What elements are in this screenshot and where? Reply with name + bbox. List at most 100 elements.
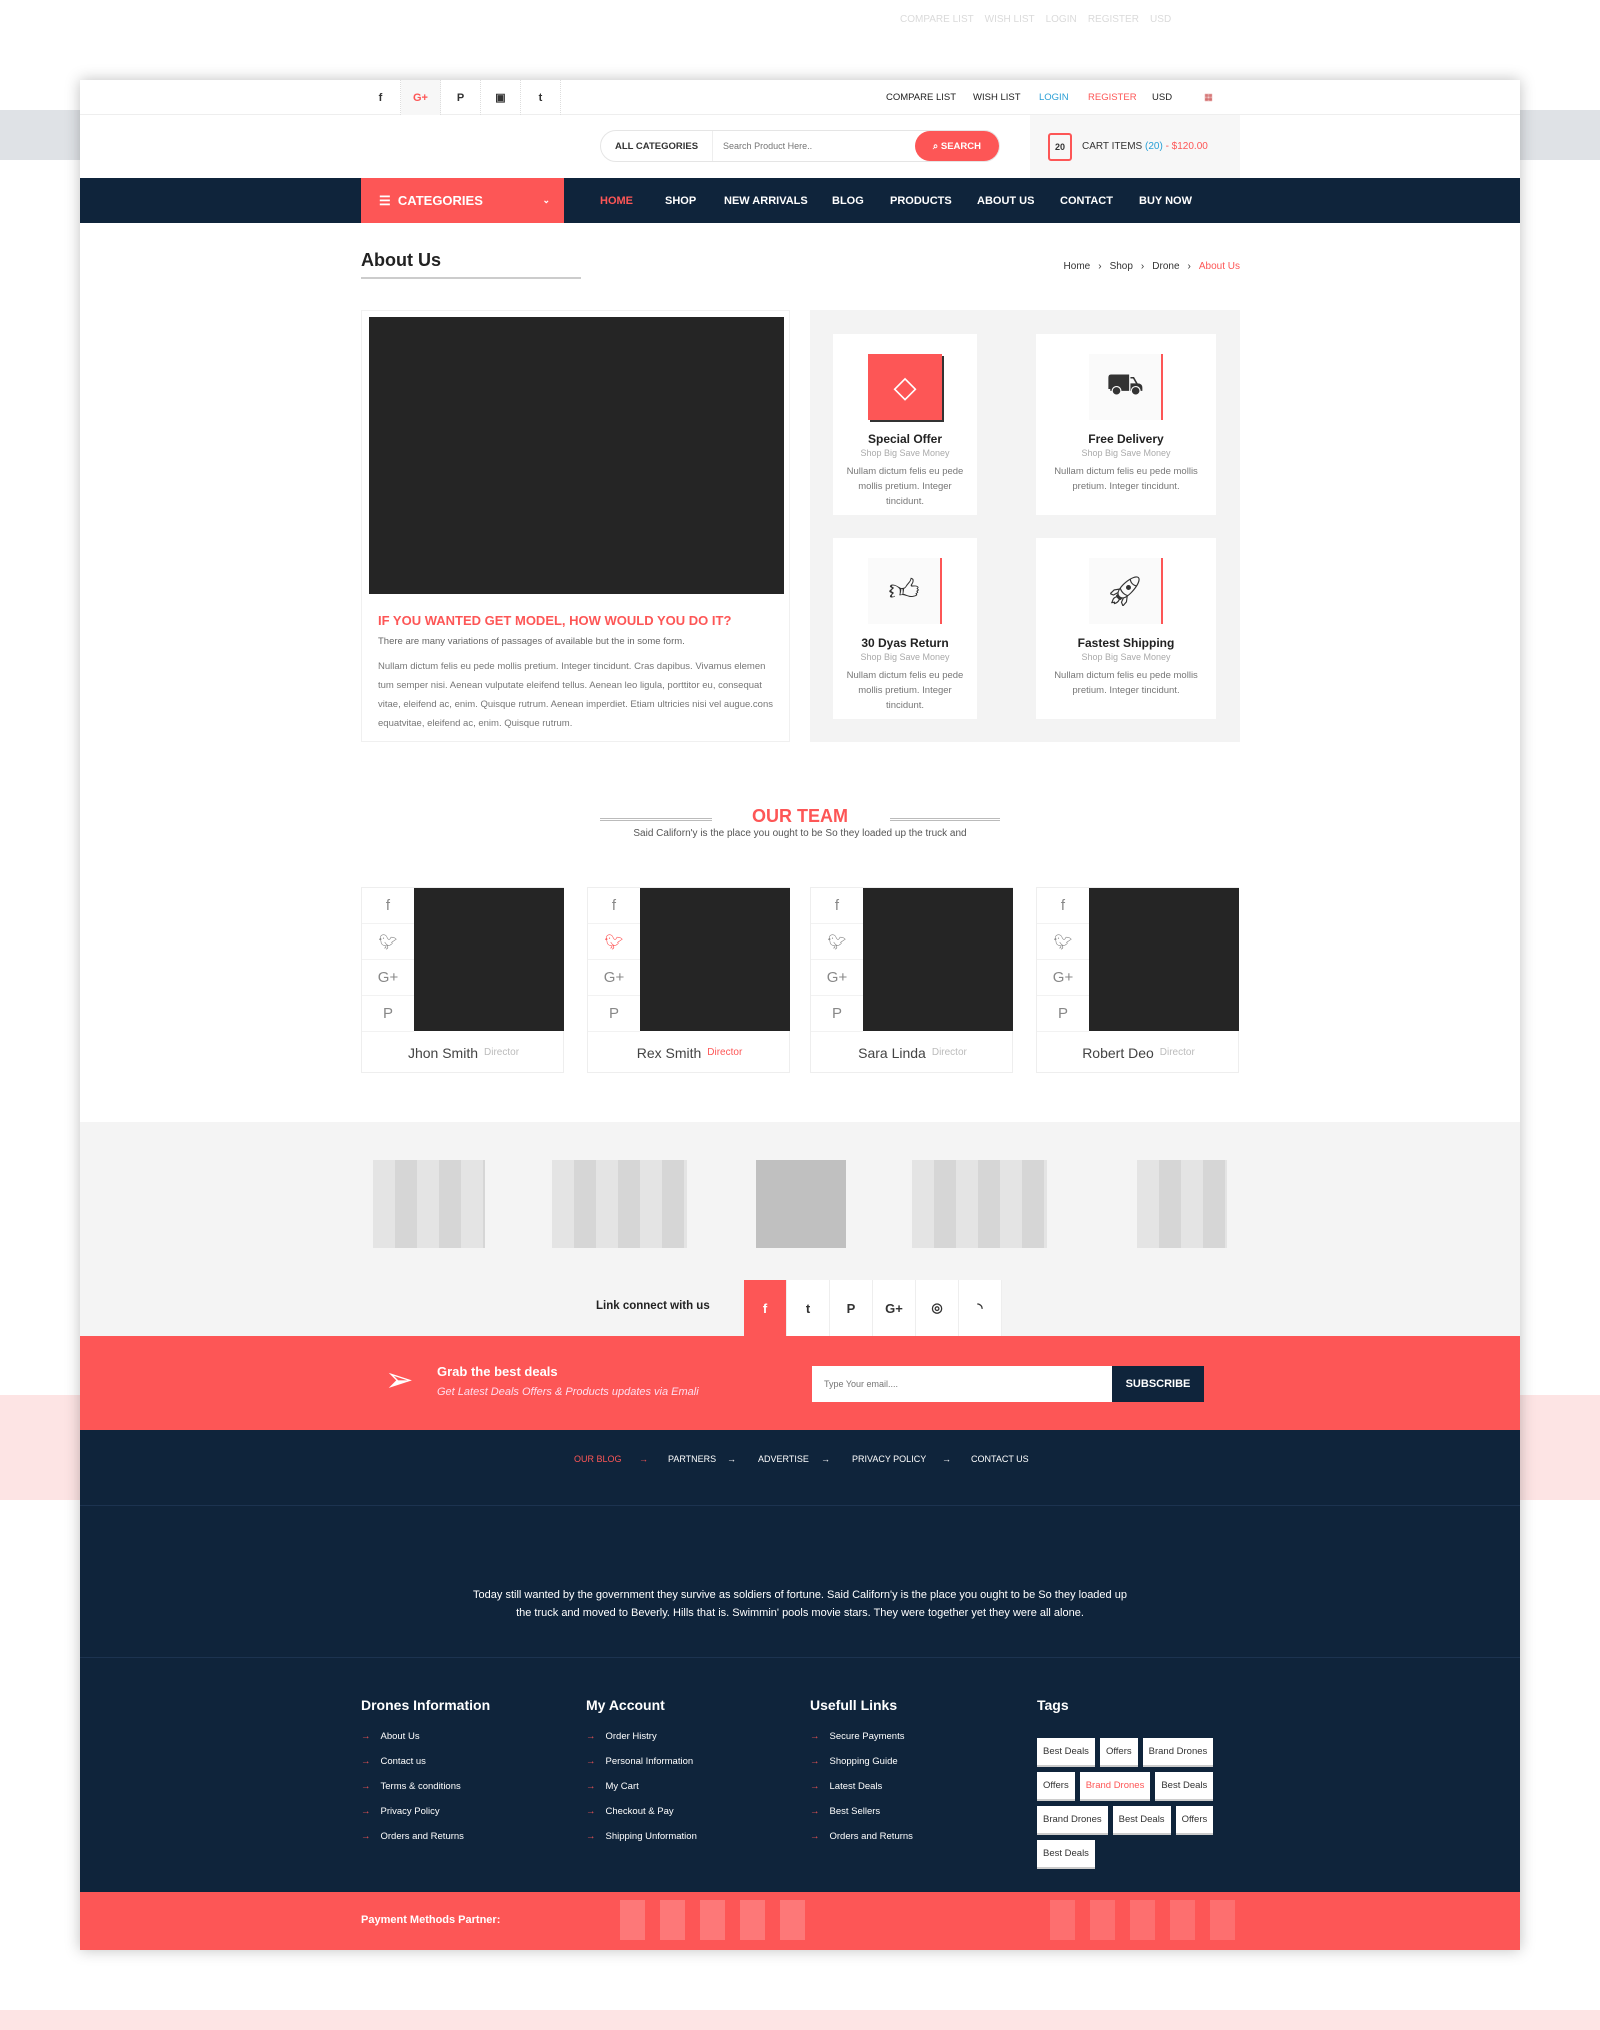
- feature-subtitle: Shop Big Save Money: [860, 448, 950, 458]
- tag[interactable]: Best Deals: [1155, 1772, 1214, 1801]
- footer-column-link[interactable]: → Latest Deals: [810, 1781, 913, 1792]
- social-icon[interactable]: ▣: [481, 80, 521, 115]
- pinterest-icon[interactable]: P: [362, 996, 414, 1032]
- footer-column-link[interactable]: → Secure Payments: [810, 1731, 913, 1742]
- team-subtitle: Said Californ'y is the place you ought t…: [633, 828, 967, 839]
- nav-item[interactable]: BUY NOW: [1139, 178, 1192, 223]
- search-button[interactable]: ⌕ SEARCH: [914, 131, 999, 161]
- tag[interactable]: Offers: [1099, 1738, 1138, 1767]
- arrow-right-icon: →: [810, 1781, 820, 1792]
- footer-column-link[interactable]: → Order Histry: [586, 1731, 697, 1742]
- instagram-icon[interactable]: ◎: [916, 1280, 959, 1336]
- twitter-icon[interactable]: 🐦︎: [1037, 924, 1089, 960]
- footer-link[interactable]: CONTACT US: [971, 1454, 1029, 1464]
- footer-column: Usefull Links → Secure Payments → Shopping G…: [810, 1697, 913, 1856]
- nav-item[interactable]: ABOUT US: [977, 178, 1034, 223]
- breadcrumb-item[interactable]: Shop: [1110, 261, 1133, 272]
- rss-icon[interactable]: ◝: [959, 1280, 1002, 1336]
- footer-link[interactable]: OUR BLOG: [574, 1454, 622, 1464]
- footer-column-link[interactable]: → Privacy Policy: [361, 1806, 490, 1817]
- footer-link[interactable]: ADVERTISE: [758, 1454, 809, 1464]
- pinterest-icon[interactable]: P: [811, 996, 863, 1032]
- google-plus-icon[interactable]: G+: [1037, 960, 1089, 996]
- footer-column-link[interactable]: → Contact us: [361, 1756, 490, 1767]
- twitter-icon[interactable]: t: [787, 1280, 830, 1336]
- tag[interactable]: Offers: [1037, 1772, 1075, 1801]
- register-link[interactable]: REGISTER: [1088, 80, 1137, 115]
- footer-column-link[interactable]: → Shipping Unformation: [586, 1831, 697, 1842]
- footer-column-link[interactable]: → About Us: [361, 1731, 490, 1742]
- footer-column-title: Usefull Links: [810, 1697, 898, 1713]
- compare-list-link[interactable]: COMPARE LIST: [886, 80, 956, 115]
- breadcrumb-item[interactable]: Drone: [1152, 261, 1179, 272]
- categories-button[interactable]: ☰ CATEGORIES ⌄: [361, 178, 564, 223]
- google-plus-icon[interactable]: G+: [588, 960, 640, 996]
- language-flag-icon[interactable]: ▦: [1204, 80, 1213, 115]
- nav-item[interactable]: HOME: [600, 178, 633, 223]
- member-name: Jhon Smith: [407, 1044, 479, 1061]
- footer-link[interactable]: PRIVACY POLICY: [852, 1454, 926, 1464]
- social-icon[interactable]: t: [521, 80, 561, 115]
- tag[interactable]: Offers: [1175, 1806, 1214, 1835]
- nav-item[interactable]: CONTACT: [1060, 178, 1113, 223]
- twitter-icon[interactable]: 🐦︎: [362, 924, 414, 960]
- social-icon[interactable]: P: [441, 80, 481, 115]
- pinterest-icon[interactable]: P: [588, 996, 640, 1032]
- login-link[interactable]: LOGIN: [1039, 80, 1069, 115]
- pinterest-icon[interactable]: P: [830, 1280, 873, 1336]
- nav-item[interactable]: PRODUCTS: [890, 178, 952, 223]
- footer-link[interactable]: PARTNERS: [668, 1454, 716, 1464]
- facebook-icon[interactable]: f: [1037, 888, 1089, 924]
- twitter-icon[interactable]: 🐦︎: [588, 924, 640, 960]
- social-icon[interactable]: G+: [401, 80, 441, 115]
- footer-column-title: Drones Information: [361, 1697, 491, 1713]
- footer-link-label: Terms & conditions: [380, 1781, 461, 1792]
- nav-item[interactable]: SHOP: [665, 178, 696, 223]
- social-icon[interactable]: f: [361, 80, 401, 115]
- tag[interactable]: Best Deals: [1037, 1738, 1095, 1767]
- wish-list-link[interactable]: WISH LIST: [973, 80, 1021, 115]
- footer-link-label: Best Sellers: [829, 1806, 881, 1817]
- brand-logo: [912, 1160, 1047, 1248]
- facebook-icon[interactable]: f: [588, 888, 640, 924]
- footer-link-label: Contact us: [380, 1756, 426, 1767]
- feature-text: Nullam dictum felis eu pede mollis preti…: [1054, 466, 1198, 492]
- google-plus-icon[interactable]: G+: [811, 960, 863, 996]
- tag[interactable]: Brand Drones: [1079, 1772, 1151, 1801]
- subscribe-button[interactable]: SUBSCRIBE: [1112, 1366, 1204, 1402]
- team-card: f 🐦︎ G+ P Jhon Smith Director: [361, 887, 564, 1073]
- nav-item[interactable]: NEW ARRIVALS: [724, 178, 808, 223]
- footer-column-link[interactable]: → Terms & conditions: [361, 1781, 490, 1792]
- member-name: Sara Linda: [858, 1044, 926, 1061]
- footer-column-link[interactable]: → Checkout & Pay: [586, 1806, 697, 1817]
- category-select[interactable]: ALL CATEGORIES: [601, 131, 714, 161]
- facebook-icon[interactable]: f: [744, 1280, 787, 1336]
- footer-column-link[interactable]: → Shopping Guide: [810, 1756, 913, 1767]
- search-input[interactable]: [713, 141, 915, 151]
- tag-cloud: Best Deals Offers Brand Drones Offers Brand …: [1037, 1738, 1237, 1869]
- feature-subtitle: Shop Big Save Money: [1081, 448, 1171, 458]
- footer-column-link[interactable]: → Orders and Returns: [361, 1831, 490, 1842]
- tag[interactable]: Best Deals: [1112, 1806, 1171, 1835]
- breadcrumb-item[interactable]: Home: [1064, 261, 1091, 272]
- tag[interactable]: Best Deals: [1037, 1840, 1095, 1869]
- pinterest-icon[interactable]: P: [1037, 996, 1089, 1032]
- facebook-icon[interactable]: f: [811, 888, 863, 924]
- footer-column-link[interactable]: → Best Sellers: [810, 1806, 913, 1817]
- nav-item[interactable]: BLOG: [832, 178, 864, 223]
- cart-widget[interactable]: 20 CART ITEMS (20) - $120.00: [1030, 115, 1240, 178]
- tags-column: Tags: [1037, 1697, 1069, 1731]
- facebook-icon[interactable]: f: [362, 888, 414, 924]
- footer-column-link[interactable]: → My Cart: [586, 1781, 697, 1792]
- footer-column-link[interactable]: → Orders and Returns: [810, 1831, 913, 1842]
- feature-subtitle: Shop Big Save Money: [860, 652, 950, 662]
- tag[interactable]: Brand Drones: [1142, 1738, 1214, 1767]
- google-plus-icon[interactable]: G+: [362, 960, 414, 996]
- twitter-icon[interactable]: 🐦︎: [811, 924, 863, 960]
- footer-column-link[interactable]: → Personal Information: [586, 1756, 697, 1767]
- currency-select[interactable]: USD: [1152, 80, 1172, 115]
- email-input[interactable]: [812, 1366, 1112, 1402]
- member-photo: [863, 888, 1013, 1031]
- tag[interactable]: Brand Drones: [1037, 1806, 1108, 1835]
- google-plus-icon[interactable]: G+: [873, 1280, 916, 1336]
